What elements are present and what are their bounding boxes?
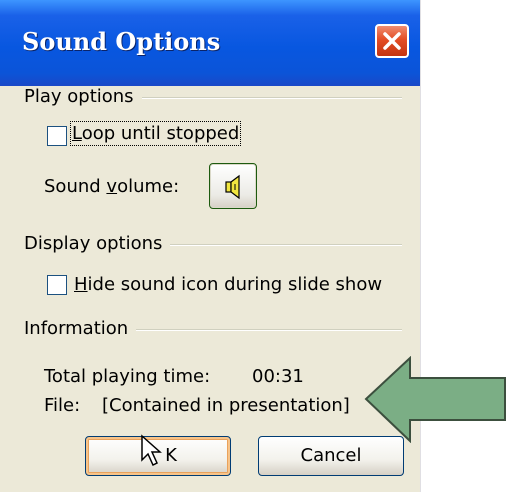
- sound-volume-label-accesskey: v: [106, 176, 118, 197]
- speaker-icon: [225, 174, 240, 200]
- information-group-label: Information: [24, 318, 137, 339]
- loop-label-accesskey: L: [72, 123, 82, 144]
- loop-label[interactable]: Loop until stopped: [69, 121, 242, 146]
- sound-options-dialog: Sound Options Play options Loop until st…: [0, 0, 421, 492]
- mouse-cursor-icon: [141, 434, 162, 467]
- display-options-group-label: Display options: [24, 233, 171, 254]
- close-button[interactable]: [375, 24, 409, 58]
- hide-sound-icon-checkbox[interactable]: [47, 275, 67, 295]
- hide-sound-icon-label-text: ide sound icon during slide show: [87, 274, 383, 295]
- title-bar[interactable]: Sound Options: [0, 0, 420, 86]
- sound-volume-label-post: olume:: [117, 176, 180, 197]
- total-playing-time-value: 00:31: [252, 366, 304, 387]
- total-playing-time-label: Total playing time:: [44, 366, 211, 387]
- loop-checkbox[interactable]: [47, 126, 67, 146]
- sound-volume-label: Sound volume:: [44, 176, 179, 197]
- annotation-arrow-icon: [364, 356, 506, 443]
- close-icon: [383, 32, 401, 50]
- loop-label-text: oop until stopped: [81, 123, 240, 144]
- sound-volume-label-pre: Sound: [44, 176, 107, 197]
- hide-sound-icon-label-accesskey: H: [74, 274, 88, 295]
- file-label: File:: [44, 395, 81, 416]
- sound-volume-button[interactable]: [209, 163, 257, 209]
- file-value: [Contained in presentation]: [102, 395, 350, 416]
- hide-sound-icon-label[interactable]: Hide sound icon during slide show: [74, 274, 382, 295]
- dialog-title: Sound Options: [22, 27, 221, 56]
- play-options-group-label: Play options: [24, 86, 142, 107]
